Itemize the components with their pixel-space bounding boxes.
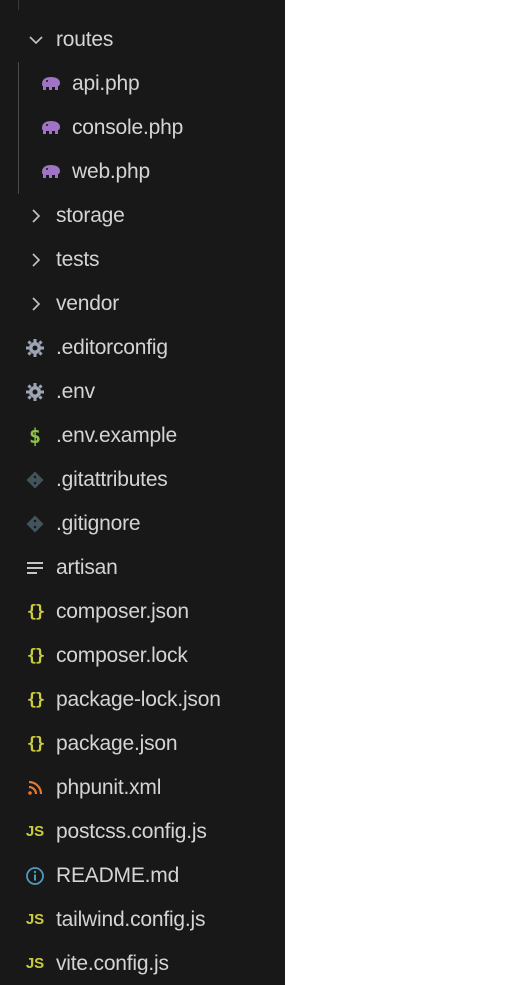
- folder-label: vendor: [56, 292, 120, 315]
- git-diamond-icon: [24, 513, 46, 535]
- folder-vendor[interactable]: vendor: [0, 282, 285, 326]
- file-api-php[interactable]: api.php: [0, 62, 285, 106]
- file-label: vite.config.js: [56, 952, 169, 975]
- rss-icon: [24, 777, 46, 799]
- text-lines-icon: [24, 557, 46, 579]
- file-package-json[interactable]: {} package.json: [0, 722, 285, 766]
- json-braces-icon: {}: [26, 646, 46, 666]
- chevron-right-icon: [28, 293, 44, 315]
- php-elephant-icon: [40, 73, 62, 95]
- json-braces-icon: {}: [26, 734, 46, 754]
- json-braces-icon: {}: [26, 690, 46, 710]
- file-phpunit-xml[interactable]: phpunit.xml: [0, 766, 285, 810]
- folder-storage[interactable]: storage: [0, 194, 285, 238]
- file-label: phpunit.xml: [56, 776, 162, 799]
- git-diamond-icon: [24, 469, 46, 491]
- file-vite-config-js[interactable]: JS vite.config.js: [0, 942, 285, 985]
- dollar-icon: $: [28, 424, 42, 448]
- folder-label: storage: [56, 204, 125, 227]
- js-icon: JS: [25, 823, 45, 840]
- file-label: api.php: [72, 72, 140, 95]
- file-composer-lock[interactable]: {} composer.lock: [0, 634, 285, 678]
- json-braces-icon: {}: [26, 602, 46, 622]
- file-label: web.php: [72, 160, 150, 183]
- chevron-right-icon: [28, 205, 44, 227]
- file-label: composer.json: [56, 600, 189, 623]
- indent-guide: [18, 0, 19, 10]
- file-editorconfig[interactable]: .editorconfig: [0, 326, 285, 370]
- folder-tests[interactable]: tests: [0, 238, 285, 282]
- chevron-down-icon: [28, 29, 44, 51]
- file-gitattributes[interactable]: .gitattributes: [0, 458, 285, 502]
- clipped-row-top: [0, 0, 285, 10]
- file-artisan[interactable]: artisan: [0, 546, 285, 590]
- file-label: .gitattributes: [56, 468, 168, 491]
- file-explorer: routes api.php console.php web.php stora…: [0, 0, 285, 985]
- js-icon: JS: [25, 955, 45, 972]
- folder-routes[interactable]: routes: [0, 18, 285, 62]
- file-label: console.php: [72, 116, 184, 139]
- indent-guide: [18, 106, 19, 150]
- js-icon: JS: [25, 911, 45, 928]
- php-elephant-icon: [40, 117, 62, 139]
- file-console-php[interactable]: console.php: [0, 106, 285, 150]
- file-readme-md[interactable]: README.md: [0, 854, 285, 898]
- indent-guide: [18, 62, 19, 106]
- file-composer-json[interactable]: {} composer.json: [0, 590, 285, 634]
- file-label: package-lock.json: [56, 688, 221, 711]
- file-package-lock-json[interactable]: {} package-lock.json: [0, 678, 285, 722]
- file-web-php[interactable]: web.php: [0, 150, 285, 194]
- file-label: README.md: [56, 864, 180, 887]
- chevron-right-icon: [28, 249, 44, 271]
- file-label: postcss.config.js: [56, 820, 207, 843]
- php-elephant-icon: [40, 161, 62, 183]
- gear-icon: [24, 337, 46, 359]
- folder-label: routes: [56, 28, 114, 51]
- file-env-example[interactable]: $ .env.example: [0, 414, 285, 458]
- file-tree: routes api.php console.php web.php stora…: [0, 18, 285, 985]
- file-tailwind-config-js[interactable]: JS tailwind.config.js: [0, 898, 285, 942]
- info-icon: [24, 865, 46, 887]
- file-postcss-config-js[interactable]: JS postcss.config.js: [0, 810, 285, 854]
- file-label: .env: [56, 380, 95, 403]
- file-label: .gitignore: [56, 512, 141, 535]
- file-label: composer.lock: [56, 644, 188, 667]
- file-label: tailwind.config.js: [56, 908, 206, 931]
- file-label: .env.example: [56, 424, 177, 447]
- folder-label: tests: [56, 248, 100, 271]
- file-label: package.json: [56, 732, 178, 755]
- gear-icon: [24, 381, 46, 403]
- file-label: .editorconfig: [56, 336, 168, 359]
- file-gitignore[interactable]: .gitignore: [0, 502, 285, 546]
- indent-guide: [18, 150, 19, 194]
- file-label: artisan: [56, 556, 118, 579]
- file-env[interactable]: .env: [0, 370, 285, 414]
